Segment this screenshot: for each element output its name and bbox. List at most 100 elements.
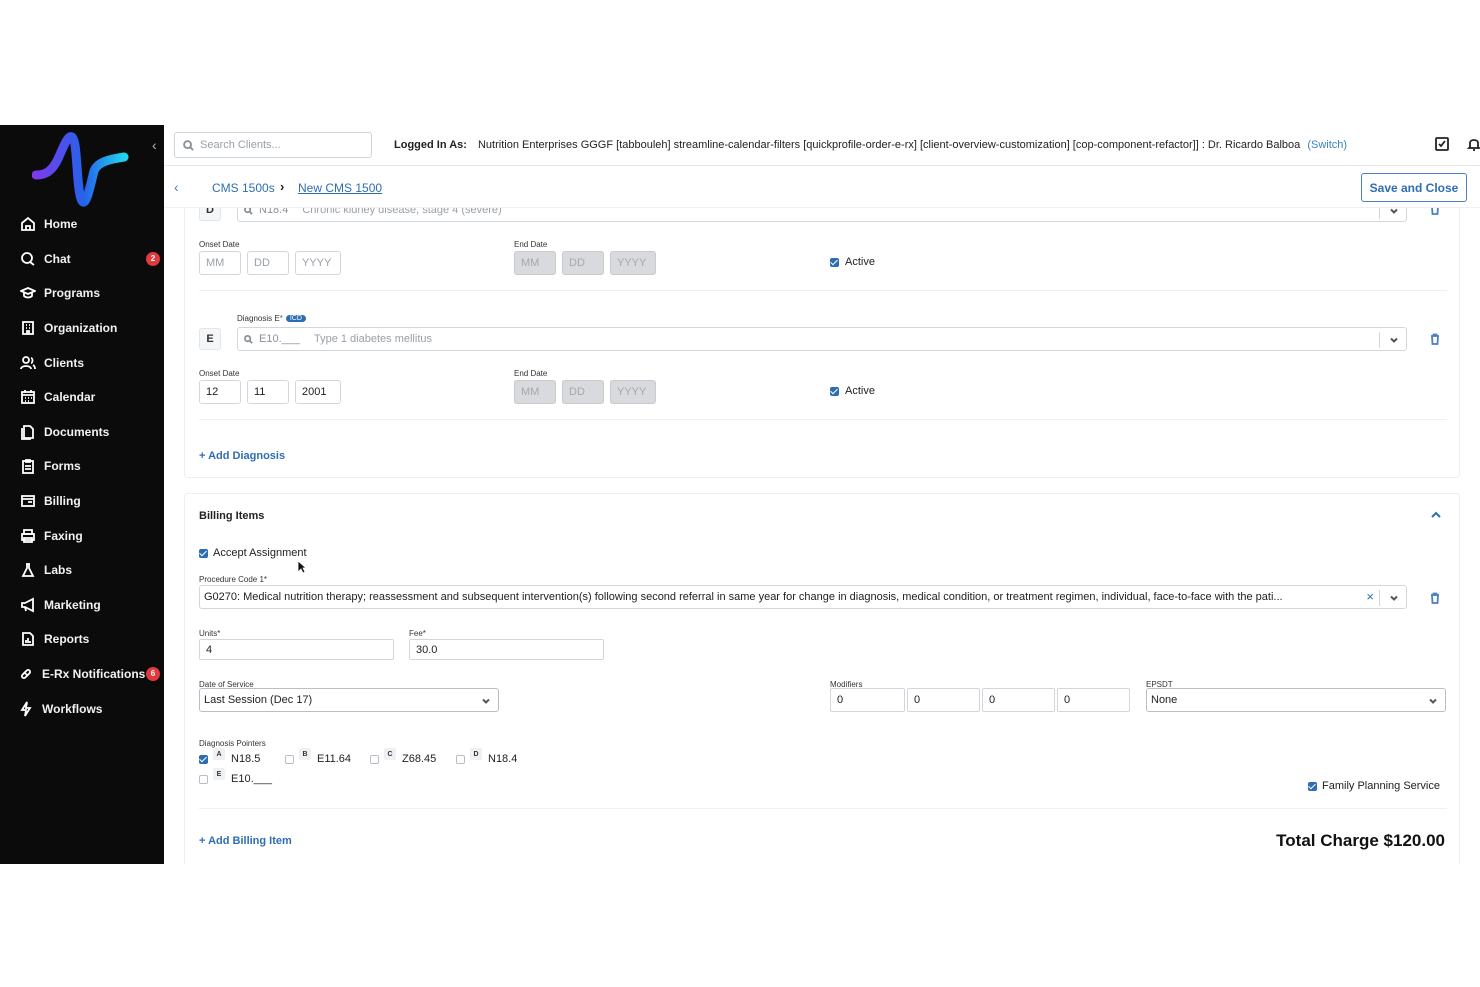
switch-account-link[interactable]: (Switch) xyxy=(1307,139,1347,151)
pointer-e-checkbox[interactable] xyxy=(199,775,208,784)
users-icon xyxy=(20,355,36,371)
sidebar-item-billing[interactable]: Billing xyxy=(0,484,164,519)
select-divider xyxy=(1379,590,1380,606)
notification-bell-icon[interactable] xyxy=(1466,136,1480,152)
pointer-d-code: N18.4 xyxy=(488,753,518,765)
sidebar-item-documents[interactable]: Documents xyxy=(0,415,164,450)
active-checkbox-e[interactable] xyxy=(830,387,839,396)
sidebar-item-label: Documents xyxy=(44,424,110,439)
clear-x-icon[interactable]: × xyxy=(1366,589,1374,604)
billing-icon xyxy=(20,493,36,509)
pointer-a-letter: A xyxy=(213,748,225,760)
family-planning-checkbox[interactable] xyxy=(1308,782,1317,791)
units-label: Units* xyxy=(199,629,221,638)
active-label-e: Active xyxy=(845,385,875,397)
end-year-input: YYYY xyxy=(610,251,656,275)
trash-icon[interactable] xyxy=(1429,208,1441,215)
pointer-c-letter: C xyxy=(384,748,396,760)
fee-input[interactable]: 30.0 xyxy=(409,639,604,660)
fee-label: Fee* xyxy=(409,629,426,638)
trash-icon[interactable] xyxy=(1429,591,1441,604)
search-icon xyxy=(244,208,253,215)
graduation-cap-icon xyxy=(20,285,36,301)
app-screen: ‹ Home Chat 2 Programs Organization Clie… xyxy=(0,125,1480,864)
units-input[interactable]: 4 xyxy=(199,639,394,660)
breadcrumb-separator-icon: › xyxy=(280,179,285,194)
sidebar-item-labs[interactable]: Labs xyxy=(0,553,164,588)
epsdt-select[interactable]: None xyxy=(1146,688,1446,712)
sidebar-item-calendar[interactable]: Calendar xyxy=(0,380,164,415)
divider xyxy=(199,419,1447,420)
sidebar-item-label: Billing xyxy=(44,494,81,509)
sidebar-item-programs[interactable]: Programs xyxy=(0,276,164,311)
tasks-check-icon[interactable] xyxy=(1434,136,1450,152)
save-and-close-button[interactable]: Save and Close xyxy=(1361,173,1467,202)
clipboard-icon xyxy=(20,458,36,475)
chevron-down-icon[interactable] xyxy=(480,695,492,707)
sidebar-item-marketing[interactable]: Marketing xyxy=(0,588,164,623)
add-billing-item-link[interactable]: + Add Billing Item xyxy=(199,835,292,847)
sidebar-item-faxing[interactable]: Faxing xyxy=(0,518,164,553)
sidebar-item-erx-notifications[interactable]: E-Rx Notifications 6 xyxy=(0,657,164,692)
sidebar-item-chat[interactable]: Chat 2 xyxy=(0,242,164,277)
onset-day-input[interactable]: 11 xyxy=(247,380,289,404)
chevron-down-icon[interactable] xyxy=(1388,592,1400,604)
sidebar-item-home[interactable]: Home xyxy=(0,207,164,242)
diagnosis-e-select[interactable]: E10.___ Type 1 diabetes mellitus xyxy=(237,327,1407,351)
sidebar-item-label: Chat xyxy=(44,251,71,266)
pointer-a-code: N18.5 xyxy=(231,753,261,765)
sidebar-item-forms[interactable]: Forms xyxy=(0,449,164,484)
trash-icon[interactable] xyxy=(1429,332,1441,345)
collapse-sidebar-icon[interactable]: ‹ xyxy=(152,137,157,153)
diagnosis-letter-d: D xyxy=(199,208,221,221)
procedure-code-select[interactable]: G0270: Medical nutrition therapy; reasse… xyxy=(199,585,1407,609)
sidebar-item-organization[interactable]: Organization xyxy=(0,311,164,346)
accept-assignment-checkbox[interactable] xyxy=(199,549,208,558)
sidebar-item-workflows[interactable]: Workflows xyxy=(0,691,164,726)
onset-month-input[interactable]: 12 xyxy=(199,380,241,404)
top-bar: Search Clients... Logged In As: Nutritio… xyxy=(164,125,1480,166)
chat-unread-badge: 2 xyxy=(146,251,160,266)
icd-badge: ICD xyxy=(285,315,306,322)
sidebar-item-reports[interactable]: Reports xyxy=(0,622,164,657)
chevron-down-icon[interactable] xyxy=(1388,334,1400,346)
pointer-b-letter: B xyxy=(299,748,311,760)
modifier-1-input[interactable]: 0 xyxy=(830,688,905,712)
chevron-up-icon[interactable] xyxy=(1429,508,1443,522)
pointer-e-letter: E xyxy=(213,768,225,780)
add-diagnosis-link[interactable]: + Add Diagnosis xyxy=(199,450,285,462)
sidebar-item-label: Workflows xyxy=(42,701,103,716)
accept-assignment-label: Accept Assignment xyxy=(213,547,307,559)
back-chevron-icon[interactable]: ‹ xyxy=(174,179,179,195)
pointer-c-checkbox[interactable] xyxy=(370,755,379,764)
search-icon xyxy=(183,139,194,151)
onset-year-input[interactable]: 2001 xyxy=(295,380,341,404)
search-icon xyxy=(244,334,253,344)
onset-day-input[interactable]: DD xyxy=(247,251,289,275)
family-planning-label: Family Planning Service xyxy=(1322,780,1440,792)
onset-year-input[interactable]: YYYY xyxy=(295,251,341,275)
end-date-label: End Date xyxy=(514,240,548,249)
sidebar-item-clients[interactable]: Clients xyxy=(0,345,164,380)
sidebar-item-label: Labs xyxy=(44,563,73,578)
divider xyxy=(199,290,1447,291)
onset-month-input[interactable]: MM xyxy=(199,251,241,275)
pointer-a-checkbox[interactable] xyxy=(199,755,208,764)
pointer-d-checkbox[interactable] xyxy=(456,755,465,764)
date-of-service-select[interactable]: Last Session (Dec 17) xyxy=(199,688,499,712)
breadcrumb-new-cms-1500[interactable]: New CMS 1500 xyxy=(298,181,382,195)
breadcrumb-cms-1500s[interactable]: CMS 1500s xyxy=(212,181,275,195)
modifier-2-input[interactable]: 0 xyxy=(907,688,980,712)
diagnosis-d-select[interactable]: N18.4 Chronic kidney disease, stage 4 (s… xyxy=(237,208,1407,222)
documents-icon xyxy=(20,424,36,440)
chevron-down-icon[interactable] xyxy=(1427,695,1439,707)
pointer-b-checkbox[interactable] xyxy=(285,755,294,764)
search-clients-input[interactable]: Search Clients... xyxy=(174,132,372,158)
logged-in-label: Logged In As: xyxy=(394,139,467,151)
app-logo[interactable] xyxy=(32,131,132,207)
modifier-3-input[interactable]: 0 xyxy=(982,688,1055,712)
select-divider xyxy=(1379,332,1380,348)
chevron-down-icon[interactable] xyxy=(1388,208,1400,217)
active-checkbox-d[interactable] xyxy=(830,258,839,267)
modifier-4-input[interactable]: 0 xyxy=(1057,688,1130,712)
